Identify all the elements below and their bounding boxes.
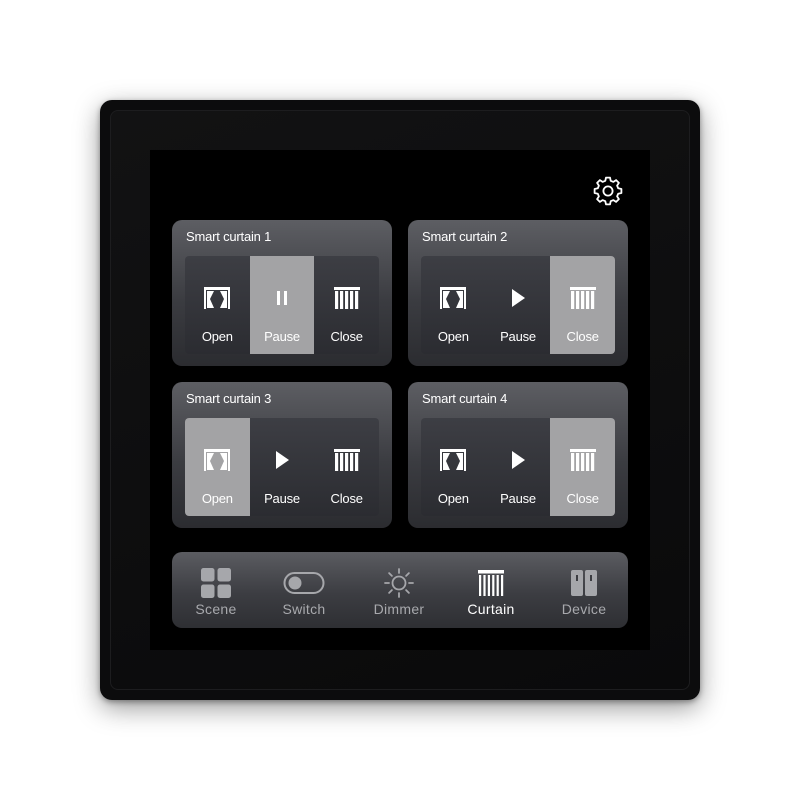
curtain-card-title: Smart curtain 2 bbox=[422, 229, 508, 244]
nav-label: Curtain bbox=[467, 601, 515, 617]
curtain-close-label: Close bbox=[566, 329, 599, 344]
curtain-close-label: Close bbox=[330, 491, 363, 506]
curtain-pause-button[interactable]: Pause bbox=[486, 418, 551, 516]
sun-icon bbox=[384, 568, 414, 598]
curtain-open-label: Open bbox=[437, 329, 469, 344]
play-icon bbox=[512, 289, 525, 307]
nav-item-switch[interactable]: Switch bbox=[264, 552, 344, 628]
nav-label: Scene bbox=[195, 601, 237, 617]
curtain-open-icon bbox=[440, 287, 467, 309]
curtain-close-label: Close bbox=[566, 491, 599, 506]
button-icon-wrap bbox=[510, 448, 526, 472]
play-icon bbox=[276, 451, 289, 469]
curtain-close-button[interactable]: Close bbox=[550, 418, 615, 516]
curtain-close-button[interactable]: Close bbox=[314, 418, 379, 516]
curtain-close-icon bbox=[569, 287, 596, 309]
nav-item-device[interactable]: Device bbox=[544, 552, 624, 628]
curtain-card-1: Smart curtain 1 Open Pause Close bbox=[172, 220, 392, 366]
button-icon-wrap bbox=[440, 448, 467, 472]
curtain-open-icon bbox=[204, 449, 231, 471]
curtain-close-icon bbox=[333, 287, 360, 309]
curtain-controls: Open Pause Close bbox=[421, 256, 615, 354]
gear-icon bbox=[593, 176, 623, 206]
curtain-card-4: Smart curtain 4 Open Pause Close bbox=[408, 382, 628, 528]
curtain-pause-label: Pause bbox=[500, 329, 536, 344]
button-icon-wrap bbox=[569, 448, 596, 472]
curtain-open-button[interactable]: Open bbox=[185, 256, 250, 354]
curtain-open-label: Open bbox=[201, 491, 233, 506]
curtain-open-icon bbox=[440, 449, 467, 471]
pause-icon bbox=[277, 291, 287, 305]
button-icon-wrap bbox=[440, 286, 467, 310]
button-icon-wrap bbox=[275, 286, 289, 310]
nav-item-curtain[interactable]: Curtain bbox=[451, 552, 531, 628]
nav-item-dimmer[interactable]: Dimmer bbox=[359, 552, 439, 628]
button-icon-wrap bbox=[204, 286, 231, 310]
curtain-card-2: Smart curtain 2 Open Pause Close bbox=[408, 220, 628, 366]
curtain-close-button[interactable]: Close bbox=[550, 256, 615, 354]
toggle-switch-icon bbox=[283, 572, 325, 594]
curtain-open-button[interactable]: Open bbox=[185, 418, 250, 516]
curtain-open-label: Open bbox=[437, 491, 469, 506]
curtain-close-icon bbox=[569, 449, 596, 471]
curtain-controls: Open Pause Close bbox=[421, 418, 615, 516]
curtain-open-button[interactable]: Open bbox=[421, 256, 486, 354]
curtain-close-button[interactable]: Close bbox=[314, 256, 379, 354]
curtain-pause-button[interactable]: Pause bbox=[486, 256, 551, 354]
curtain-card-3: Smart curtain 3 Open Pause Close bbox=[172, 382, 392, 528]
bottom-nav-bar: Scene Switch Dimmer Curtain Device bbox=[172, 552, 628, 628]
curtain-pause-label: Pause bbox=[264, 491, 300, 506]
curtain-pause-button[interactable]: Pause bbox=[249, 256, 315, 354]
curtain-pause-button[interactable]: Pause bbox=[250, 418, 315, 516]
button-icon-wrap bbox=[333, 286, 360, 310]
button-icon-wrap bbox=[333, 448, 360, 472]
button-icon-wrap bbox=[569, 286, 596, 310]
curtain-pause-label: Pause bbox=[500, 491, 536, 506]
play-icon bbox=[512, 451, 525, 469]
curtain-controls: Open Pause Close bbox=[185, 418, 379, 516]
nav-label: Switch bbox=[282, 601, 326, 617]
nav-label: Device bbox=[561, 601, 607, 617]
settings-button[interactable] bbox=[591, 174, 625, 208]
touch-screen: Smart curtain 1 Open Pause Close Smart cur… bbox=[150, 150, 650, 650]
curtain-open-button[interactable]: Open bbox=[421, 418, 486, 516]
curtain-open-label: Open bbox=[201, 329, 233, 344]
curtain-close-label: Close bbox=[330, 329, 363, 344]
curtain-icon bbox=[478, 570, 504, 596]
nav-label: Dimmer bbox=[373, 601, 425, 617]
curtain-controls: Open Pause Close bbox=[185, 256, 379, 354]
nav-item-scene[interactable]: Scene bbox=[176, 552, 256, 628]
curtain-card-title: Smart curtain 4 bbox=[422, 391, 508, 406]
device-icon bbox=[571, 570, 597, 596]
button-icon-wrap bbox=[204, 448, 231, 472]
scene-grid-icon bbox=[201, 568, 231, 598]
curtain-close-icon bbox=[333, 449, 360, 471]
button-icon-wrap bbox=[274, 448, 290, 472]
curtain-card-title: Smart curtain 1 bbox=[186, 229, 272, 244]
curtain-card-title: Smart curtain 3 bbox=[186, 391, 272, 406]
curtain-pause-label: Pause bbox=[264, 329, 300, 344]
button-icon-wrap bbox=[510, 286, 526, 310]
curtain-open-icon bbox=[204, 287, 231, 309]
